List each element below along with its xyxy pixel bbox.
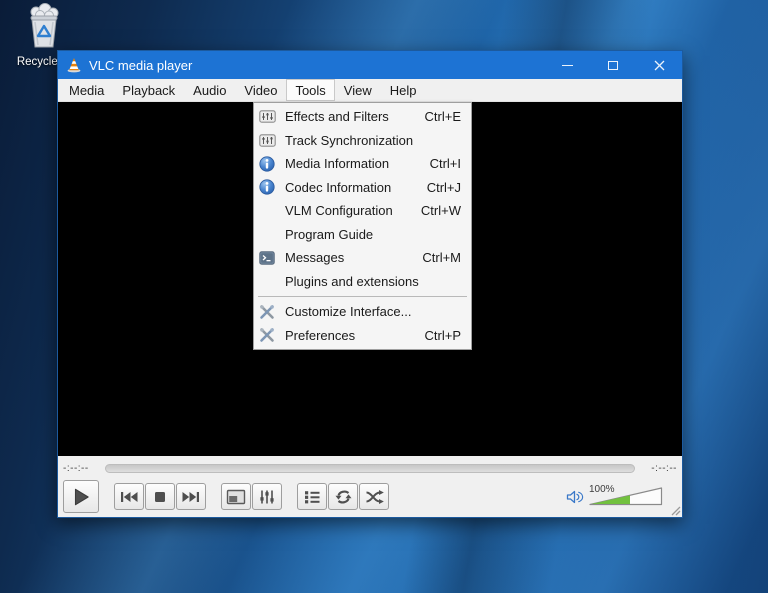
previous-button[interactable]	[114, 483, 144, 510]
shortcut: Ctrl+M	[422, 250, 461, 266]
menu-view[interactable]: View	[335, 79, 381, 101]
shortcut: Ctrl+W	[420, 203, 461, 219]
menu-playback[interactable]: Playback	[113, 79, 184, 101]
menu-item-customize-interface[interactable]: Customize Interface...	[254, 300, 471, 324]
menu-item-preferences[interactable]: Preferences Ctrl+P	[254, 324, 471, 348]
menu-item-media-information[interactable]: Media Information Ctrl+I	[254, 152, 471, 176]
effects-icon	[259, 132, 281, 148]
info-icon	[259, 156, 281, 172]
seek-slider[interactable]	[105, 463, 635, 473]
menu-audio[interactable]: Audio	[184, 79, 235, 101]
tools-dropdown-menu: Effects and Filters Ctrl+E Track Synchro…	[253, 102, 472, 350]
tools-icon	[259, 304, 281, 320]
stop-icon	[155, 491, 165, 502]
menu-item-track-synchronization[interactable]: Track Synchronization	[254, 129, 471, 153]
menu-item-messages[interactable]: Messages Ctrl+M	[254, 246, 471, 270]
stop-button[interactable]	[145, 483, 175, 510]
menu-video[interactable]: Video	[235, 79, 286, 101]
volume-percent: 100%	[589, 484, 615, 495]
play-button[interactable]	[63, 480, 99, 513]
time-elapsed: -:--:--	[63, 462, 89, 474]
shuffle-button[interactable]	[359, 483, 389, 510]
loop-button[interactable]	[328, 483, 358, 510]
menu-separator	[258, 296, 467, 297]
close-button[interactable]	[636, 51, 682, 79]
tools-icon	[259, 327, 281, 343]
menu-help[interactable]: Help	[381, 79, 426, 101]
titlebar[interactable]: VLC media player	[58, 51, 682, 79]
loop-icon	[335, 490, 351, 503]
fullscreen-icon	[226, 489, 246, 504]
menu-item-program-guide[interactable]: Program Guide	[254, 223, 471, 247]
speaker-icon	[566, 490, 584, 504]
messages-icon	[259, 250, 281, 266]
volume-control[interactable]: 100%	[565, 484, 677, 506]
window-title: VLC media player	[89, 57, 193, 73]
fullscreen-button[interactable]	[221, 483, 251, 510]
next-button[interactable]	[176, 483, 206, 510]
menu-tools[interactable]: Tools	[286, 79, 335, 101]
recycle-bin-icon	[30, 3, 59, 48]
previous-icon	[121, 491, 138, 502]
playlist-icon	[305, 490, 320, 503]
close-icon	[654, 60, 664, 70]
menu-media[interactable]: Media	[60, 79, 113, 101]
time-total: -:--:--	[651, 462, 677, 474]
desktop: { "desktop": { "recycle_bin_label": "Rec…	[0, 0, 768, 593]
shortcut: Ctrl+J	[426, 179, 461, 195]
info-icon	[259, 179, 281, 195]
maximize-button[interactable]	[590, 51, 636, 79]
shortcut: Ctrl+I	[429, 156, 461, 172]
next-icon	[182, 491, 199, 502]
control-bar: -:--:-- -:--:-- 100%	[58, 456, 682, 517]
vlc-window: VLC media player Media Playback Audio Vi…	[57, 50, 683, 518]
vlc-cone-icon	[67, 58, 81, 73]
menu-item-codec-information[interactable]: Codec Information Ctrl+J	[254, 176, 471, 200]
menubar: Media Playback Audio Video Tools View He…	[58, 79, 682, 102]
shuffle-icon	[365, 489, 384, 504]
minimize-icon	[561, 64, 573, 66]
minimize-button[interactable]	[544, 51, 590, 79]
effects-icon	[259, 109, 281, 125]
menu-item-effects-and-filters[interactable]: Effects and Filters Ctrl+E	[254, 105, 471, 129]
menu-item-plugins-and-extensions[interactable]: Plugins and extensions	[254, 270, 471, 294]
maximize-icon	[608, 60, 618, 70]
equalizer-button[interactable]	[252, 483, 282, 510]
playlist-button[interactable]	[297, 483, 327, 510]
shortcut: Ctrl+E	[424, 109, 461, 125]
equalizer-icon	[260, 490, 274, 503]
shortcut: Ctrl+P	[424, 327, 461, 343]
resize-grip[interactable]	[669, 504, 681, 516]
play-icon	[74, 488, 89, 505]
menu-item-vlm-configuration[interactable]: VLM Configuration Ctrl+W	[254, 199, 471, 223]
